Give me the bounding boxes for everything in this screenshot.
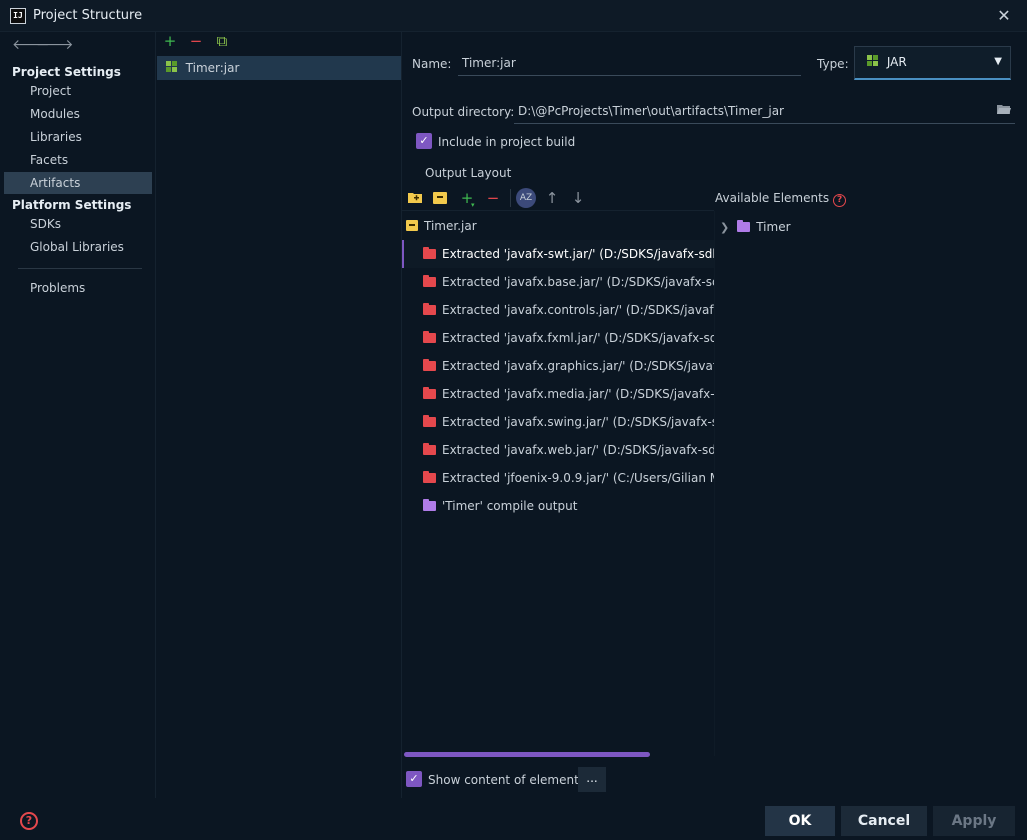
tree-item-label: Extracted 'javafx.swing.jar/' (D:/SDKS/j… [442, 415, 714, 429]
project-settings-header: Project Settings [12, 65, 121, 79]
tree-item-label: Extracted 'javafx.base.jar/' (D:/SDKS/ja… [442, 275, 714, 289]
add-artifact-icon[interactable]: + [162, 33, 178, 49]
extracted-folder-icon [423, 387, 436, 399]
tree-item-label: Extracted 'javafx.fxml.jar/' (D:/SDKS/ja… [442, 331, 714, 345]
tree-item-label: Extracted 'javafx.graphics.jar/' (D:/SDK… [442, 359, 714, 373]
nav-item-sdks[interactable]: SDKs [4, 213, 152, 235]
output-dir-field[interactable]: D:\@PcProjects\Timer\out\artifacts\Timer… [514, 100, 1015, 124]
type-value: JAR [886, 55, 907, 69]
help-icon[interactable]: ? [833, 194, 847, 207]
module-folder-icon [737, 220, 751, 232]
name-label: Name: [412, 57, 452, 71]
available-elements-title: Available Elements [715, 191, 830, 205]
forward-arrow-icon[interactable]: 🡒 [36, 36, 74, 53]
extracted-folder-icon [423, 415, 436, 427]
folder-open-icon[interactable] [996, 103, 1012, 115]
output-dir-label: Output directory: [412, 105, 515, 119]
nav-item-facets[interactable]: Facets [4, 149, 152, 171]
artifact-list-item[interactable]: Timer:jar [157, 56, 401, 80]
toolbar-divider [510, 189, 511, 207]
extracted-folder-icon [423, 275, 436, 287]
tree-item-label: Extracted 'javafx-swt.jar/' (D:/SDKS/jav… [442, 247, 714, 261]
window-title: Project Structure [33, 8, 143, 23]
include-build-label: Include in project build [438, 135, 576, 149]
tree-item[interactable]: Extracted 'javafx.fxml.jar/' (D:/SDKS/ja… [402, 324, 714, 352]
tree-item-label: Extracted 'javafx.controls.jar/' (D:/SDK… [442, 303, 714, 317]
move-down-icon[interactable]: ↓ [570, 190, 586, 206]
platform-settings-header: Platform Settings [12, 198, 132, 212]
jar-artifact-icon [165, 61, 178, 73]
cancel-button[interactable]: Cancel [841, 806, 927, 836]
chevron-right-icon[interactable]: ❯ [720, 221, 729, 234]
tree-item-label: Extracted 'jfoenix-9.0.9.jar/' (C:/Users… [442, 471, 714, 485]
chevron-down-icon: ▼ [994, 56, 1002, 67]
type-label: Type: [817, 57, 849, 71]
create-directory-icon[interactable] [408, 191, 423, 203]
extracted-folder-icon [423, 359, 436, 371]
more-options-button[interactable]: ... [578, 767, 606, 792]
show-content-label: Show content of elements [428, 773, 586, 787]
nav-item-libraries[interactable]: Libraries [4, 126, 152, 148]
show-content-checkbox[interactable]: ✓ [406, 771, 422, 787]
module-output-folder-icon [423, 499, 436, 511]
extracted-folder-icon [423, 331, 436, 343]
nav-item-problems[interactable]: Problems [4, 277, 152, 299]
help-icon[interactable]: ? [20, 812, 38, 830]
tab-output-layout[interactable]: Output Layout [425, 166, 511, 180]
title-bar [0, 0, 1027, 32]
tree-item[interactable]: 'Timer' compile output [402, 492, 714, 520]
available-elements-header: Available Elements? [715, 191, 847, 207]
tree-root-label: Timer.jar [424, 219, 477, 233]
create-archive-icon[interactable] [433, 191, 447, 204]
tree-item[interactable]: Extracted 'javafx.media.jar/' (D:/SDKS/j… [402, 380, 714, 408]
extracted-folder-icon [423, 303, 436, 315]
nav-item-artifacts[interactable]: Artifacts [4, 172, 152, 194]
available-elements-panel [714, 211, 1027, 756]
tree-item[interactable]: Extracted 'javafx-swt.jar/' (D:/SDKS/jav… [402, 240, 714, 268]
type-select[interactable]: JAR ▼ [854, 46, 1011, 80]
available-tree-item[interactable]: ❯ Timer [720, 219, 791, 235]
include-build-checkbox[interactable]: ✓ [416, 133, 432, 149]
remove-artifact-icon[interactable]: − [188, 33, 204, 49]
tree-item[interactable]: Extracted 'jfoenix-9.0.9.jar/' (C:/Users… [402, 464, 714, 492]
close-icon[interactable]: ✕ [994, 6, 1014, 26]
app-icon: IJ [10, 8, 26, 24]
nav-item-project[interactable]: Project [4, 80, 152, 102]
nav-item-global-libraries[interactable]: Global Libraries [4, 236, 152, 258]
ok-button[interactable]: OK [765, 806, 835, 836]
tree-item[interactable]: Extracted 'javafx.graphics.jar/' (D:/SDK… [402, 352, 714, 380]
sort-az-icon[interactable]: AZ [516, 188, 536, 208]
extracted-folder-icon [423, 443, 436, 455]
extracted-folder-icon [423, 247, 436, 259]
tree-item-label: Extracted 'javafx.web.jar/' (D:/SDKS/jav… [442, 443, 714, 457]
tree-item[interactable]: Extracted 'javafx.swing.jar/' (D:/SDKS/j… [402, 408, 714, 436]
tree-item-label: Extracted 'javafx.media.jar/' (D:/SDKS/j… [442, 387, 714, 401]
remove-element-icon[interactable]: − [485, 190, 501, 206]
name-field[interactable]: Timer:jar [458, 52, 801, 76]
add-dropdown-chevron-icon: ▾ [471, 201, 475, 209]
nav-item-modules[interactable]: Modules [4, 103, 152, 125]
copy-artifact-icon[interactable]: ⧉ [214, 33, 230, 49]
archive-icon [406, 220, 418, 231]
tree-item[interactable]: Extracted 'javafx.web.jar/' (D:/SDKS/jav… [402, 436, 714, 464]
jar-type-icon [867, 55, 879, 67]
tree-root-item[interactable]: Timer.jar [402, 212, 714, 240]
artifact-item-label: Timer:jar [185, 61, 240, 75]
tree-item[interactable]: Extracted 'javafx.base.jar/' (D:/SDKS/ja… [402, 268, 714, 296]
move-up-icon[interactable]: ↑ [544, 190, 560, 206]
tree-item-label: 'Timer' compile output [442, 499, 578, 513]
artifact-list-panel [157, 32, 402, 798]
nav-divider [18, 268, 142, 269]
tree-item[interactable]: Extracted 'javafx.controls.jar/' (D:/SDK… [402, 296, 714, 324]
horizontal-scrollbar[interactable] [404, 752, 650, 757]
extracted-folder-icon [423, 471, 436, 483]
apply-button[interactable]: Apply [933, 806, 1015, 836]
available-item-label: Timer [756, 220, 791, 234]
